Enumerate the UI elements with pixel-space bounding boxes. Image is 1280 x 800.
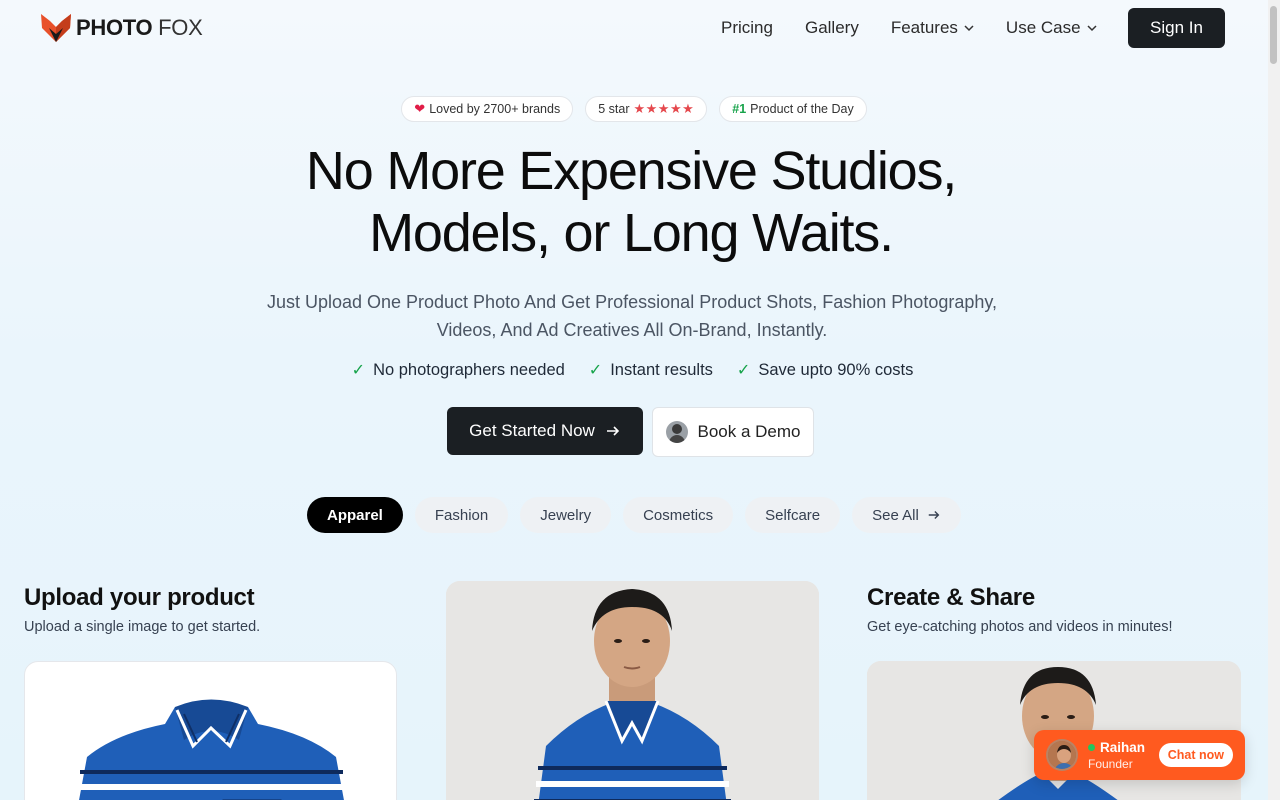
nav-link-use-case[interactable]: Use Case	[1006, 18, 1097, 38]
book-demo-label: Book a Demo	[697, 422, 801, 441]
see-all-label: See All	[872, 506, 919, 524]
hero-subtitle: Just Upload One Product Photo And Get Pr…	[266, 292, 998, 340]
product-of-day-rank: #1	[732, 102, 747, 116]
get-started-label: Get Started Now	[469, 421, 595, 440]
nav-link-pricing[interactable]: Pricing	[721, 18, 773, 38]
rating-badge: 5 star ★★★★★	[585, 96, 708, 122]
benefit-item: ✓ No photographers needed	[352, 360, 565, 380]
benefit-item: ✓ Instant results	[589, 360, 713, 380]
hero-title-line-2: Models, or Long Waits.	[369, 203, 894, 263]
nav-link-label: Features	[890, 18, 958, 37]
cta-row: Get Started Now Book a Demo	[447, 407, 814, 457]
sign-in-button[interactable]: Sign In	[1128, 8, 1225, 48]
chat-now-button[interactable]: Chat now	[1158, 743, 1233, 767]
avatar	[1046, 739, 1078, 771]
upload-title: Upload your product	[24, 584, 255, 611]
benefit-checks: ✓ No photographers needed ✓ Instant resu…	[0, 360, 1265, 380]
polo-shirt-image	[77, 699, 346, 800]
tab-cosmetics[interactable]: Cosmetics	[623, 497, 734, 533]
social-proof-badges: ❤ Loved by 2700+ brands 5 star ★★★★★ #1 …	[0, 96, 1268, 122]
model-photo-card[interactable]	[446, 581, 819, 800]
chat-founder-role: Founder	[1088, 756, 1133, 771]
rating-label: 5 star	[598, 102, 630, 116]
logo[interactable]: PHOTO FOX	[40, 12, 203, 44]
chat-widget[interactable]: Raihan Founder Chat now	[1034, 730, 1245, 780]
scrollbar-thumb[interactable]	[1270, 6, 1277, 64]
model-photo-image	[446, 581, 819, 800]
tab-apparel[interactable]: Apparel	[307, 497, 403, 533]
product-of-day-label: Product of the Day	[750, 102, 854, 116]
tab-jewelry[interactable]: Jewelry	[520, 497, 612, 533]
check-icon: ✓	[736, 362, 751, 379]
loved-badge-text: Loved by 2700+ brands	[429, 102, 561, 116]
check-icon: ✓	[588, 362, 603, 379]
chat-info: Raihan Founder	[1088, 740, 1145, 771]
chat-founder-name: Raihan	[1088, 740, 1145, 755]
benefit-text: Save upto 90% costs	[758, 360, 914, 379]
scrollbar[interactable]	[1268, 0, 1280, 800]
nav-link-label: Gallery	[804, 18, 859, 37]
founder-avatar-image	[1048, 741, 1076, 769]
check-icon: ✓	[351, 362, 366, 379]
product-of-day-badge: #1 Product of the Day	[719, 96, 867, 122]
create-share-subtitle: Get eye-catching photos and videos in mi…	[867, 619, 1173, 635]
brand-name-bold: PHOTO	[76, 15, 153, 40]
nav-link-features[interactable]: Features	[891, 18, 974, 38]
top-nav: PHOTO FOX Pricing Gallery Features Use C…	[0, 0, 1280, 56]
brand-name-light: FOX	[158, 15, 203, 40]
benefit-item: ✓ Save upto 90% costs	[737, 360, 913, 380]
fox-logo-icon	[41, 14, 71, 42]
category-tabs: Apparel Fashion Jewelry Cosmetics Selfca…	[307, 497, 961, 533]
benefit-text: No photographers needed	[373, 360, 565, 379]
tab-selfcare[interactable]: Selfcare	[745, 497, 841, 533]
benefit-text: Instant results	[610, 360, 713, 379]
chevron-down-icon	[1087, 25, 1097, 32]
star-rating: ★★★★★	[633, 101, 695, 116]
nav-link-gallery[interactable]: Gallery	[805, 18, 859, 38]
hero-title-line-1: No More Expensive Studios,	[305, 141, 957, 201]
upload-subtitle: Upload a single image to get started.	[24, 619, 261, 635]
book-demo-button[interactable]: Book a Demo	[652, 407, 814, 457]
heart-icon: ❤	[414, 101, 426, 116]
online-status-icon	[1088, 743, 1095, 751]
chevron-down-icon	[964, 25, 974, 32]
arrow-right-icon	[606, 426, 619, 436]
create-share-title: Create & Share	[867, 584, 1035, 611]
chat-name-text: Raihan	[1100, 739, 1146, 755]
brand-name: PHOTO FOX	[76, 15, 203, 41]
hero-title: No More Expensive Studios, Models, or Lo…	[0, 140, 1262, 264]
nav-links: Pricing Gallery Features Use Case	[721, 18, 1129, 38]
see-all-button[interactable]: See All	[852, 497, 961, 533]
loved-badge: ❤ Loved by 2700+ brands	[401, 96, 574, 122]
nav-link-label: Use Case	[1005, 18, 1081, 37]
upload-product-card[interactable]	[24, 661, 397, 800]
nav-link-label: Pricing	[721, 18, 773, 37]
avatar	[665, 421, 688, 443]
arrow-right-icon	[928, 511, 940, 519]
get-started-button[interactable]: Get Started Now	[447, 407, 643, 455]
tab-fashion[interactable]: Fashion	[414, 497, 509, 533]
